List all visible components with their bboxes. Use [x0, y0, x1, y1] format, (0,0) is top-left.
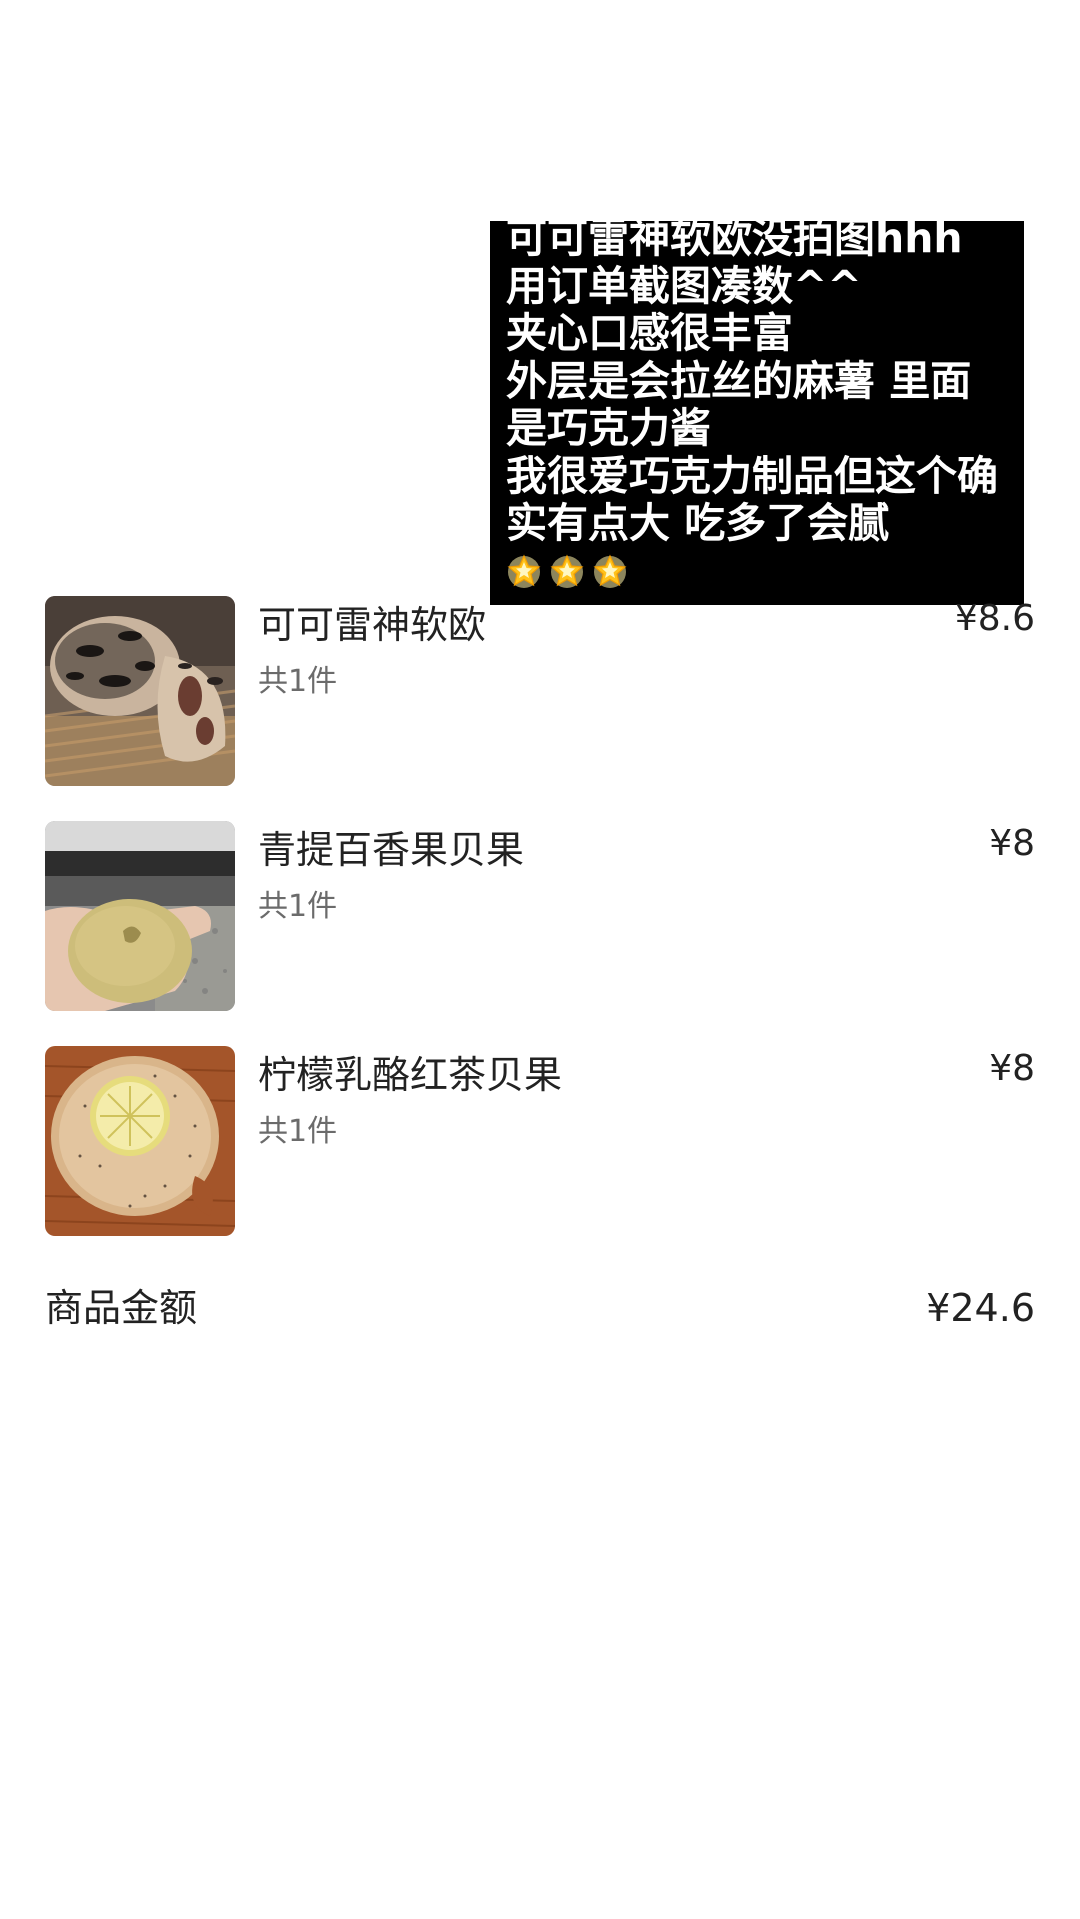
total-amount: ¥24.6: [926, 1286, 1035, 1330]
caption-line: 可可雷神软欧没拍图hhh: [506, 221, 963, 262]
product-name[interactable]: 柠檬乳酪红茶贝果: [258, 1050, 562, 1100]
caption-line: 用订单截图凑数^^: [506, 262, 862, 310]
star-icon: [592, 552, 628, 588]
product-quantity: 共1件: [258, 664, 338, 699]
product-thumbnail[interactable]: [45, 1046, 235, 1236]
star-icon: [506, 552, 542, 588]
product-price: ¥8: [989, 1048, 1035, 1089]
product-name[interactable]: 青提百香果贝果: [258, 825, 524, 875]
product-thumbnail[interactable]: [45, 596, 235, 786]
product-quantity: 共1件: [258, 889, 338, 924]
product-name[interactable]: 可可雷神软欧: [258, 600, 486, 650]
product-quantity: 共1件: [258, 1114, 338, 1149]
product-price: ¥8: [989, 823, 1035, 864]
star-rating: [506, 552, 1012, 588]
caption-line: 夹心口感很丰富: [506, 310, 793, 357]
order-item[interactable]: 青提百香果贝果 共1件 ¥8: [45, 821, 1035, 1011]
order-total-row: 商品金额 ¥24.6: [45, 1283, 1035, 1333]
total-label: 商品金额: [45, 1286, 198, 1330]
order-item[interactable]: 柠檬乳酪红茶贝果 共1件 ¥8: [45, 1046, 1035, 1236]
caption-line: 实有点大 吃多了会腻: [506, 500, 890, 547]
caption-line: 外层是会拉丝的麻薯 里面: [506, 357, 972, 405]
caption-line: 我很爱巧克力制品但这个确: [506, 452, 998, 500]
star-icon: [549, 552, 585, 588]
caption-line: 是巧克力酱: [506, 405, 711, 452]
caption-overlay: 可可雷神软欧没拍图hhh 用订单截图凑数^^ 夹心口感很丰富 外层是会拉丝的麻薯…: [490, 221, 1024, 605]
product-thumbnail[interactable]: [45, 821, 235, 1011]
order-item[interactable]: 可可雷神软欧 共1件 ¥8.6: [45, 596, 1035, 786]
product-price: ¥8.6: [954, 598, 1035, 639]
